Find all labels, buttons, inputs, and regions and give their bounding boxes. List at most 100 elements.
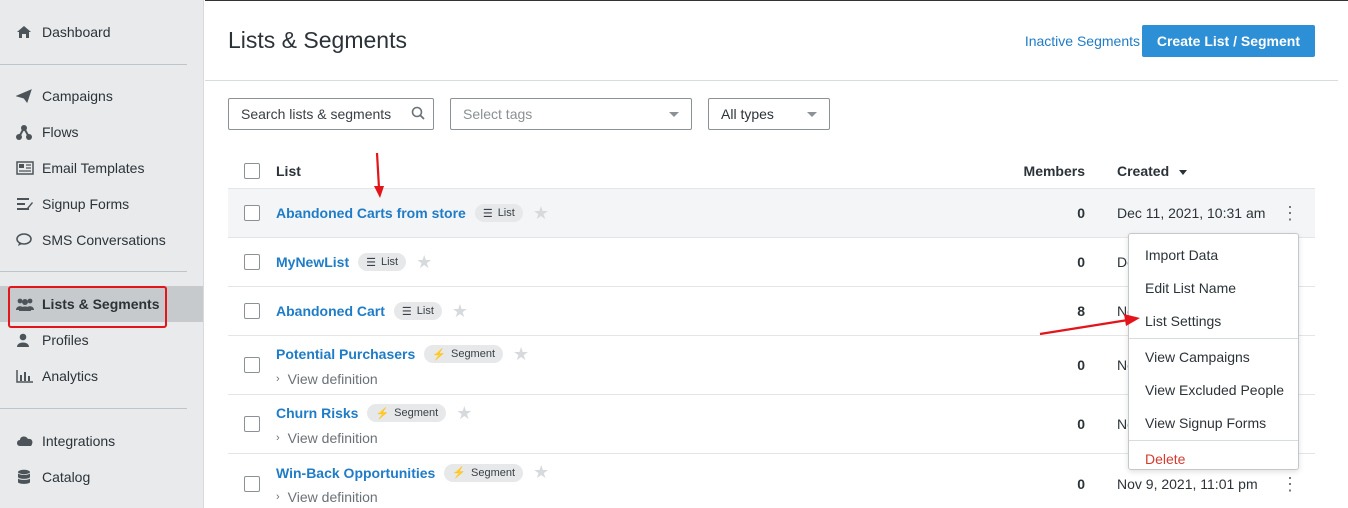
tags-select[interactable]: Select tags <box>450 98 692 130</box>
list-name-link[interactable]: Churn Risks <box>276 405 358 421</box>
sidebar-item-integrations[interactable]: Integrations <box>0 423 187 459</box>
star-icon[interactable]: ★ <box>533 462 549 483</box>
star-icon[interactable]: ★ <box>456 403 472 424</box>
cloud-icon <box>16 433 36 449</box>
menu-item-edit-list-name[interactable]: Edit List Name <box>1129 271 1298 304</box>
list-icon: ☰ <box>366 256 376 269</box>
sidebar-item-catalog[interactable]: Catalog <box>0 459 187 495</box>
view-definition-toggle[interactable]: › View definition <box>276 489 985 505</box>
members-count: 0 <box>1077 416 1085 432</box>
chat-bubble-icon <box>16 232 36 248</box>
sidebar-item-profiles[interactable]: Profiles <box>0 322 187 358</box>
list-name-link[interactable]: Potential Purchasers <box>276 346 415 362</box>
header-created-label: Created <box>1117 163 1170 179</box>
sort-desc-icon <box>1179 169 1188 175</box>
search-icon <box>411 106 425 123</box>
row-checkbox[interactable] <box>244 303 260 319</box>
chevron-right-icon: › <box>276 491 280 503</box>
list-name-link[interactable]: Abandoned Carts from store <box>276 205 466 221</box>
sidebar-item-sms-conversations[interactable]: SMS Conversations <box>0 222 187 258</box>
flows-icon <box>16 124 36 140</box>
database-icon <box>16 469 36 485</box>
menu-divider <box>1129 338 1298 339</box>
row-checkbox[interactable] <box>244 205 260 221</box>
more-options-icon[interactable]: ⋮ <box>1281 204 1299 222</box>
type-label: List <box>416 305 434 317</box>
menu-item-import-data[interactable]: Import Data <box>1129 238 1298 271</box>
segment-bolt-icon: ⚡ <box>452 467 467 479</box>
menu-item-view-campaigns[interactable]: View Campaigns <box>1129 340 1298 373</box>
sidebar-item-dashboard[interactable]: Dashboard <box>0 14 187 50</box>
menu-item-delete[interactable]: Delete <box>1129 442 1298 475</box>
list-icon: ☰ <box>482 207 493 220</box>
view-definition-label: View definition <box>287 489 378 505</box>
star-icon[interactable]: ★ <box>452 301 468 322</box>
more-options-icon[interactable]: ⋮ <box>1281 475 1299 493</box>
row-checkbox[interactable] <box>244 475 260 492</box>
view-definition-toggle[interactable]: › View definition <box>276 430 985 446</box>
sidebar-item-label: Analytics <box>42 368 99 384</box>
type-badge: ⚡ Segment <box>444 463 524 482</box>
sidebar-item-flows[interactable]: Flows <box>0 114 187 150</box>
select-all-checkbox[interactable] <box>244 163 260 179</box>
sidebar-item-campaigns[interactable]: Campaigns <box>0 78 187 114</box>
menu-item-view-signup-forms[interactable]: View Signup Forms <box>1129 406 1298 439</box>
bar-chart-icon <box>16 368 36 384</box>
chevron-down-icon <box>669 111 679 117</box>
star-icon[interactable]: ★ <box>533 203 549 224</box>
type-badge: ☰ List <box>358 253 407 271</box>
sidebar-item-label: Profiles <box>42 332 89 348</box>
page-header: Lists & Segments Inactive Segments Creat… <box>205 0 1338 81</box>
members-count: 8 <box>1077 303 1085 319</box>
chevron-down-icon <box>807 111 817 117</box>
sidebar-item-analytics[interactable]: Analytics <box>0 358 187 394</box>
page-title: Lists & Segments <box>228 27 407 53</box>
home-icon <box>16 24 36 40</box>
list-name-link[interactable]: Win-Back Opportunities <box>276 465 435 481</box>
list-name-link[interactable]: Abandoned Cart <box>276 303 385 319</box>
row-actions-menu: Import Data Edit List Name List Settings… <box>1128 233 1299 470</box>
type-badge: ☰ List <box>393 302 442 320</box>
sidebar-item-label: Catalog <box>42 469 91 485</box>
row-checkbox[interactable] <box>244 254 260 270</box>
members-count: 0 <box>1077 254 1085 270</box>
created-date: Nov 9, 2021, 11:01 pm <box>1117 475 1258 492</box>
types-select[interactable]: All types <box>708 98 830 130</box>
sidebar-item-signup-forms[interactable]: Signup Forms <box>0 186 187 222</box>
row-checkbox[interactable] <box>244 357 260 373</box>
menu-divider <box>1129 440 1298 441</box>
menu-item-list-settings[interactable]: List Settings <box>1129 304 1298 337</box>
view-definition-toggle[interactable]: › View definition <box>276 371 985 387</box>
table-row: Abandoned Carts from store ☰ List ★ 0 Dec… <box>228 189 1315 238</box>
inactive-segments-link[interactable]: Inactive Segments <box>1025 33 1140 49</box>
filter-bar: Search lists & segments Select tags All … <box>228 98 830 130</box>
chevron-right-icon: › <box>276 372 280 385</box>
segment-bolt-icon: ⚡ <box>432 348 446 361</box>
sidebar-item-label: Dashboard <box>42 24 111 40</box>
row-checkbox[interactable] <box>244 416 260 432</box>
members-count: 0 <box>1077 475 1085 492</box>
sidebar-item-label: Integrations <box>42 433 116 449</box>
menu-item-view-excluded-people[interactable]: View Excluded People <box>1129 373 1298 406</box>
star-icon[interactable]: ★ <box>513 344 529 365</box>
table-header: List Members Created <box>228 154 1315 189</box>
signup-forms-icon <box>16 196 36 212</box>
create-list-segment-button[interactable]: Create List / Segment <box>1141 25 1315 57</box>
members-count: 0 <box>1077 205 1085 221</box>
chevron-right-icon: › <box>276 431 280 444</box>
search-input[interactable]: Search lists & segments <box>228 98 434 130</box>
sidebar-item-label: Campaigns <box>42 88 113 104</box>
list-name-link[interactable]: MyNewList <box>276 254 349 270</box>
type-label: Segment <box>450 348 496 360</box>
email-template-icon <box>16 160 36 176</box>
header-created[interactable]: Created <box>1085 163 1265 179</box>
sidebar-item-label: Flows <box>42 124 79 140</box>
sidebar-item-lists-segments[interactable]: Lists & Segments <box>0 286 203 322</box>
header-list[interactable]: List <box>276 163 985 179</box>
sidebar-item-email-templates[interactable]: Email Templates <box>0 150 187 186</box>
star-icon[interactable]: ★ <box>416 252 432 273</box>
sidebar-item-label: Lists & Segments <box>42 296 160 312</box>
header-members[interactable]: Members <box>985 163 1085 179</box>
type-badge: ☰ List <box>474 204 523 222</box>
nav-group: Lists & Segments Profiles Analytics <box>0 272 203 409</box>
